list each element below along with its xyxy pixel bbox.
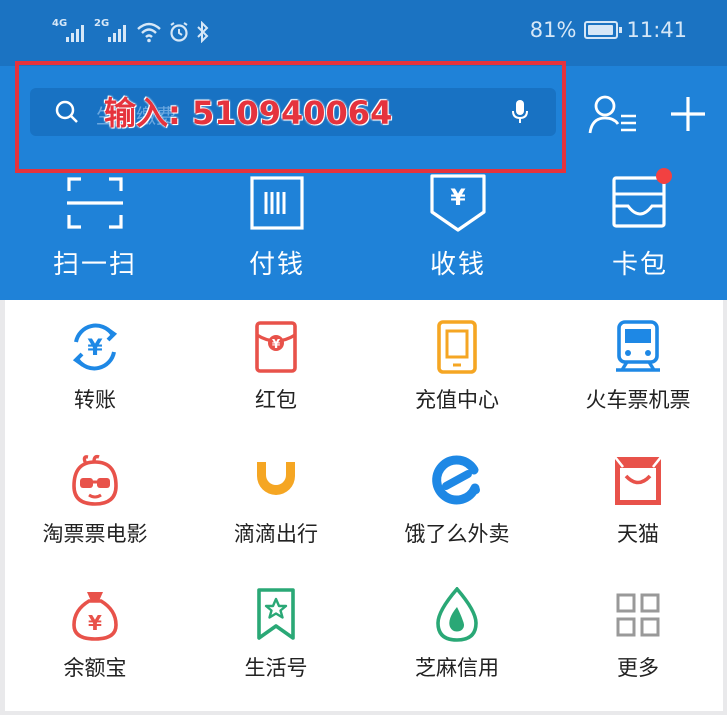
didi-icon [257,462,295,495]
service-recharge[interactable]: 充值中心 [367,320,547,414]
battery-percent: 81% [529,18,577,42]
status-icons-right: 81% 11:41 [530,18,687,42]
sesame-credit-icon [436,587,478,642]
service-label: 芝麻信用 [415,656,499,680]
card-wallet-label: 卡包 [611,250,668,280]
service-label: 更多 [617,656,659,680]
pay-barcode-icon [250,176,304,230]
wifi-icon [137,22,161,43]
receive-money-icon: ¥ [430,174,486,232]
transfer-icon: ¥ [72,323,118,371]
alarm-icon [170,22,188,42]
signal-icon: 2G [94,18,130,46]
service-train-ticket[interactable]: 火车票机票 [548,320,727,414]
contacts-icon[interactable] [588,94,638,136]
service-label: 火车票机票 [585,388,691,412]
money-bag-icon: ¥ [72,592,118,641]
service-label: 红包 [255,388,297,412]
service-label: 生活号 [244,656,308,680]
svg-text:¥: ¥ [450,186,466,211]
tmall-icon [613,456,663,505]
service-label: 余额宝 [63,656,127,680]
service-label: 转账 [74,388,116,412]
service-tmall[interactable]: 天猫 [548,454,727,548]
service-label: 天猫 [617,522,659,546]
scan-icon [67,177,123,229]
status-bar: 4G 2G 81% 11:41 [0,0,727,66]
service-eleme[interactable]: 饿了么外卖 [367,454,547,548]
svg-text:¥: ¥ [272,337,281,351]
service-transfer[interactable]: ¥ 转账 [5,320,185,414]
annotation-input-text: 输入: 510940064 [104,94,393,132]
movie-mascot-icon [72,454,118,506]
service-label: 充值中心 [415,388,499,412]
service-didi[interactable]: 滴滴出行 [186,454,366,548]
service-more[interactable]: 更多 [548,588,727,682]
card-wallet-icon [612,176,666,228]
receive-money-button[interactable]: ¥ 收钱 [368,174,548,281]
scan-button[interactable]: 扫一扫 [5,174,185,281]
battery-icon [584,21,623,39]
service-red-envelope[interactable]: ¥ 红包 [186,320,366,414]
service-yuebao[interactable]: ¥ 余额宝 [5,588,185,682]
train-icon [616,320,660,372]
svg-text:¥: ¥ [87,336,103,361]
service-label: 饿了么外卖 [404,522,510,546]
service-sesame-credit[interactable]: 芝麻信用 [367,587,547,682]
service-grid: ¥ 转账 ¥ 红包 充值中心 火车票机票 淘票票电影 滴滴出行 饿了么外卖 天猫… [5,300,723,711]
network-type-2: 2G [94,18,110,29]
network-type-1: 4G [52,18,68,29]
more-grid-icon [616,593,660,637]
life-bookmark-icon [257,588,295,640]
service-label: 滴滴出行 [234,522,318,546]
service-label: 淘票票电影 [42,522,148,546]
pay-label: 付钱 [248,250,305,280]
notification-badge [656,168,672,184]
signal-icon: 4G [52,18,88,46]
phone-recharge-icon [437,320,477,374]
service-life-account[interactable]: 生活号 [186,588,366,682]
red-envelope-icon: ¥ [255,321,297,373]
add-icon[interactable] [668,94,708,134]
eleme-icon [432,455,480,505]
service-taopiaopiao[interactable]: 淘票票电影 [5,454,185,548]
card-wallet-button[interactable]: 卡包 [550,168,727,281]
status-icons-left: 4G 2G [52,18,210,46]
svg-text:¥: ¥ [88,611,102,635]
clock: 11:41 [626,18,687,42]
scan-label: 扫一扫 [52,250,137,280]
bluetooth-icon [197,21,209,43]
receive-money-label: 收钱 [429,250,486,280]
pay-button[interactable]: 付钱 [187,174,367,281]
